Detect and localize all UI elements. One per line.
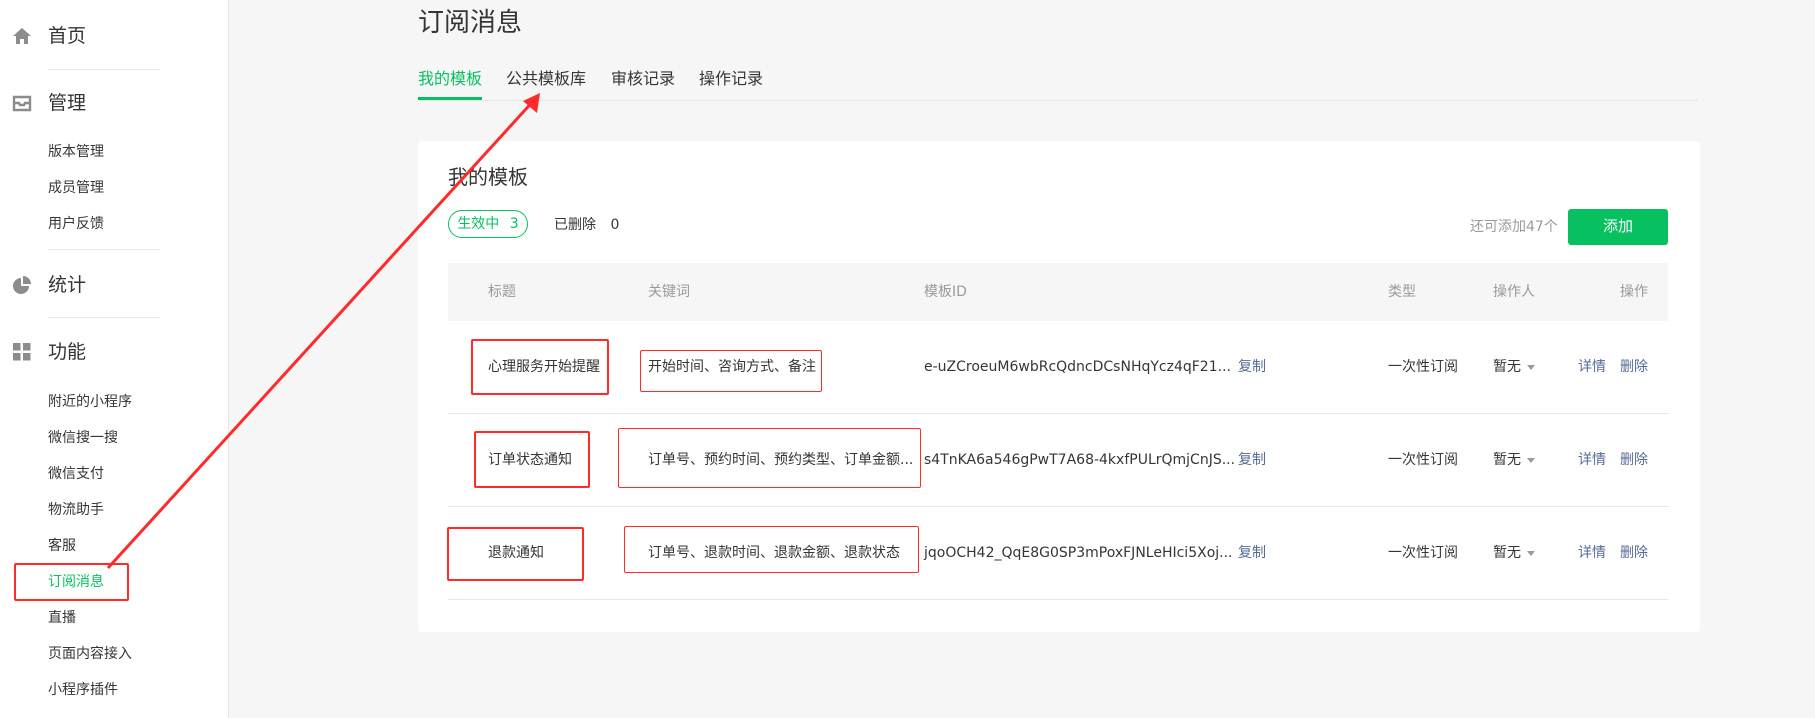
row-type: 一次性订阅	[1388, 452, 1458, 468]
sidebar-item-service[interactable]: 客服	[48, 536, 76, 556]
tab-public-library[interactable]: 公共模板库	[506, 68, 586, 90]
operator-value: 暂无	[1493, 545, 1521, 561]
tab-active-indicator	[418, 97, 482, 100]
caret-down-icon	[1527, 550, 1535, 556]
nav-group-label: 管理	[48, 92, 87, 114]
delete-link[interactable]: 删除	[1620, 357, 1648, 377]
tab-my-templates[interactable]: 我的模板	[418, 68, 482, 90]
nav-group-manage[interactable]: 管理	[0, 85, 229, 121]
nav-group-stats[interactable]: 统计	[0, 267, 229, 303]
filter-active-count: 3	[509, 216, 519, 232]
divider	[48, 317, 160, 318]
header-title: 标题	[488, 284, 516, 300]
annotation-box-title-1	[471, 339, 609, 395]
filter-deleted-button[interactable]: 已删除 0	[554, 215, 619, 235]
operator-value: 暂无	[1493, 359, 1521, 375]
filter-deleted-label: 已删除	[554, 217, 596, 233]
row-template-id: s4TnKA6a546gPwT7A68-4kxfPULrQmjCnJS...	[924, 452, 1236, 468]
detail-link[interactable]: 详情	[1578, 450, 1606, 470]
nav-group-home[interactable]: 首页	[0, 18, 229, 54]
annotation-box-title-2	[474, 431, 590, 488]
copy-link[interactable]: 复制	[1238, 357, 1266, 377]
inbox-icon	[12, 95, 32, 112]
grid-icon	[13, 343, 31, 361]
divider	[48, 249, 160, 250]
operator-dropdown[interactable]: 暂无	[1493, 450, 1535, 470]
caret-down-icon	[1527, 457, 1535, 463]
sidebar-item-version[interactable]: 版本管理	[48, 142, 104, 162]
annotation-box-subscribe	[14, 563, 129, 601]
page-title: 订阅消息	[418, 8, 523, 38]
row-template-id: jqoOCH42_QqE8G0SP3mPoxFJNLeHIci5Xoj...	[924, 545, 1233, 561]
annotation-box-keywords-1	[640, 350, 822, 392]
operator-value: 暂无	[1493, 452, 1521, 468]
divider	[48, 69, 160, 70]
tab-operation-records[interactable]: 操作记录	[699, 68, 763, 90]
pie-chart-icon	[13, 276, 31, 294]
sidebar: 首页 管理 版本管理 成员管理 用户反馈 统计 功能 附近的小程序 微信搜一搜 …	[0, 0, 229, 718]
header-type: 类型	[1388, 284, 1416, 300]
templates-card: 我的模板 生效中 3 已删除 0 还可添加47个 添加 标题 关键词 模板ID …	[418, 141, 1700, 632]
sidebar-item-live[interactable]: 直播	[48, 608, 76, 628]
home-icon	[13, 28, 31, 44]
annotation-box-keywords-2	[618, 428, 921, 488]
delete-link[interactable]: 删除	[1620, 543, 1648, 563]
row-template-id: e-uZCroeuM6wbRcQdncDCsNHqYcz4qF21...	[924, 359, 1231, 375]
sidebar-item-search[interactable]: 微信搜一搜	[48, 428, 118, 448]
annotation-box-title-3	[447, 527, 584, 581]
filter-active-label: 生效中	[457, 216, 500, 232]
caret-down-icon	[1527, 364, 1535, 370]
table-row: 心理服务开始提醒 开始时间、咨询方式、备注 e-uZCroeuM6wbRcQdn…	[448, 321, 1668, 414]
tab-review-records[interactable]: 审核记录	[611, 68, 675, 90]
sidebar-item-feedback[interactable]: 用户反馈	[48, 214, 104, 234]
sidebar-item-pay[interactable]: 微信支付	[48, 464, 104, 484]
header-actions: 操作	[1620, 284, 1648, 300]
tab-bar: 我的模板 公共模板库 审核记录 操作记录	[418, 60, 1698, 101]
nav-group-label: 首页	[48, 25, 87, 47]
card-title: 我的模板	[448, 165, 528, 189]
copy-link[interactable]: 复制	[1238, 543, 1266, 563]
annotation-box-keywords-3	[624, 526, 919, 573]
header-template-id: 模板ID	[924, 284, 967, 300]
operator-dropdown[interactable]: 暂无	[1493, 543, 1535, 563]
row-type: 一次性订阅	[1388, 545, 1458, 561]
table-header: 标题 关键词 模板ID 类型 操作人 操作	[448, 263, 1668, 321]
sidebar-item-members[interactable]: 成员管理	[48, 178, 104, 198]
sidebar-item-content[interactable]: 页面内容接入	[48, 644, 132, 664]
row-type: 一次性订阅	[1388, 359, 1458, 375]
delete-link[interactable]: 删除	[1620, 450, 1648, 470]
sidebar-item-logistics[interactable]: 物流助手	[48, 500, 104, 520]
header-keywords: 关键词	[648, 284, 690, 300]
operator-dropdown[interactable]: 暂无	[1493, 357, 1535, 377]
add-template-button[interactable]: 添加	[1568, 209, 1668, 245]
remaining-quota: 还可添加47个	[1470, 219, 1558, 235]
nav-group-label: 功能	[48, 341, 87, 363]
sidebar-item-nearby[interactable]: 附近的小程序	[48, 392, 132, 412]
nav-group-features[interactable]: 功能	[0, 334, 229, 370]
detail-link[interactable]: 详情	[1578, 357, 1606, 377]
nav-group-label: 统计	[48, 274, 87, 296]
filter-active-button[interactable]: 生效中 3	[448, 210, 528, 238]
detail-link[interactable]: 详情	[1578, 543, 1606, 563]
copy-link[interactable]: 复制	[1238, 450, 1266, 470]
header-operator: 操作人	[1493, 284, 1535, 300]
filter-deleted-count: 0	[610, 217, 620, 233]
sidebar-item-plugin[interactable]: 小程序插件	[48, 680, 118, 700]
